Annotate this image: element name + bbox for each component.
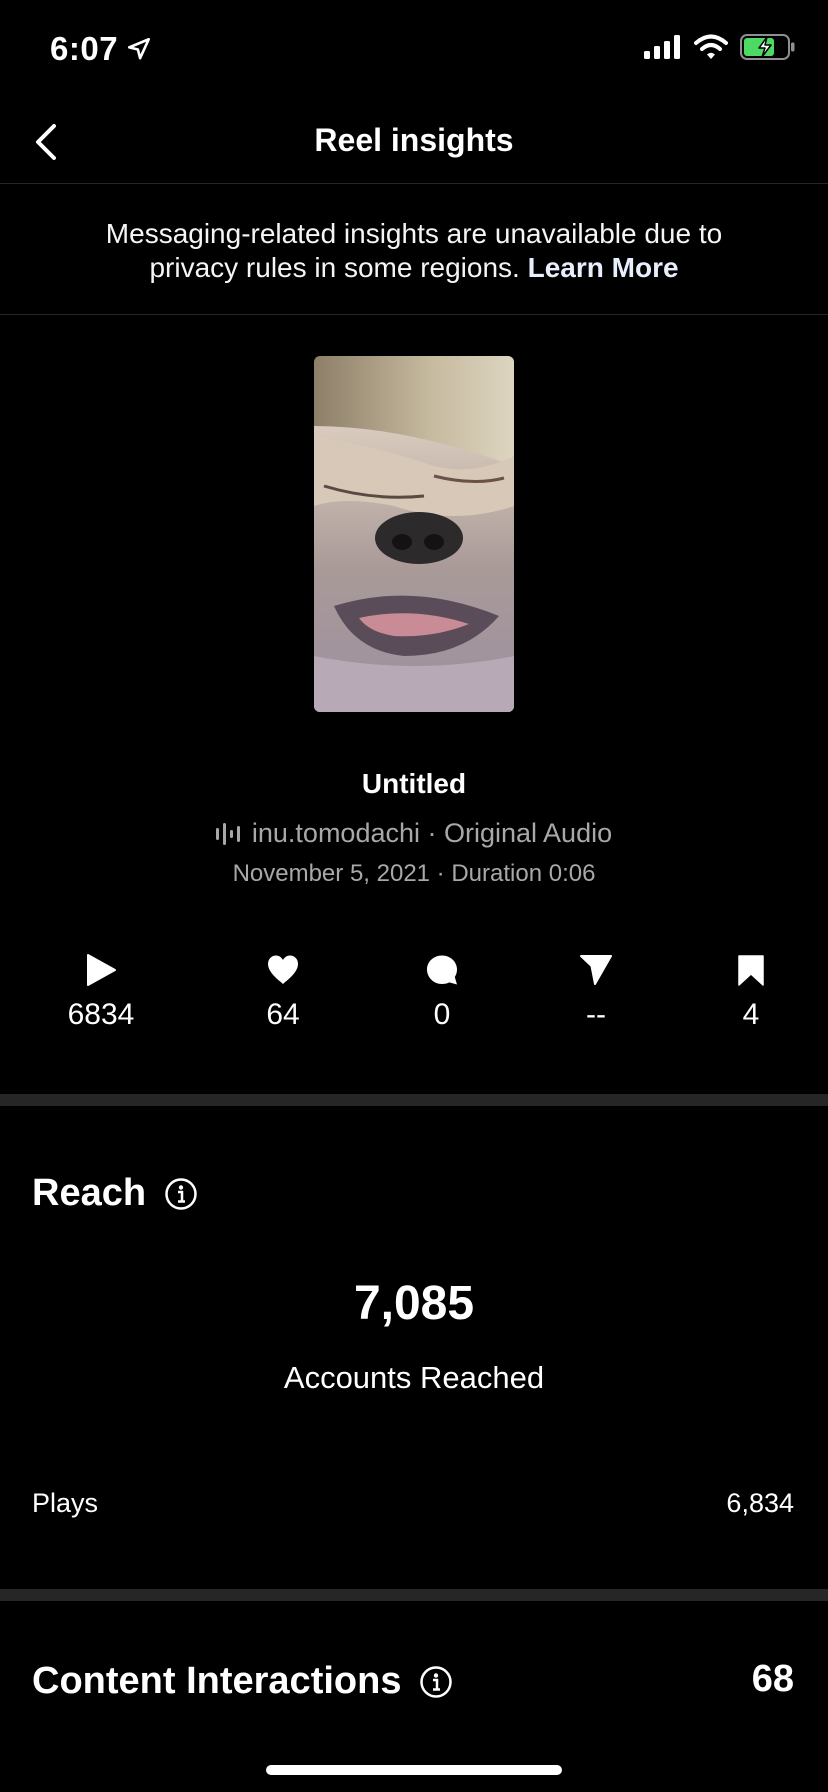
reel-audio[interactable]: inu.tomodachi · Original Audio [0,818,828,849]
section-divider [0,1589,828,1601]
comment-icon [427,955,457,985]
reel-thumbnail-image [314,356,514,712]
metric-saves: 4 [671,950,828,1032]
status-icons [644,34,796,60]
status-bar: 6:07 [0,0,828,100]
plays-label: Plays [32,1488,99,1518]
comments-count: 0 [433,998,451,1031]
accounts-reached-value: 7,085 [353,1277,475,1330]
home-indicator[interactable] [266,1765,562,1775]
metric-likes: 64 [203,950,363,1032]
signal-icon [644,35,680,59]
time-text: 6:07 [50,30,119,67]
metric-shares: -- [516,950,676,1032]
info-icon[interactable] [419,1665,453,1699]
heart-icon [268,955,298,984]
metric-comments: 0 [362,950,522,1032]
play-icon [87,954,116,986]
wifi-icon [694,34,728,59]
privacy-notice: Messaging-related insights are unavailab… [0,185,828,315]
reel-title: Untitled [361,768,467,799]
metric-plays: 6834 [21,950,181,1032]
reach-header: Reach [32,1172,198,1215]
accounts-reached-label: Accounts Reached [283,1360,545,1395]
reel-thumbnail[interactable] [314,356,514,712]
interactions-header: Content Interactions [32,1660,453,1703]
learn-more-link[interactable]: Learn More [528,252,679,283]
audio-separator: · [420,818,444,848]
shares-count: -- [586,998,606,1031]
audio-name: Original Audio [444,818,613,848]
likes-count: 64 [266,998,300,1031]
interactions-title: Content Interactions [32,1660,402,1702]
reel-meta: November 5, 2021 · Duration 0:06 [232,860,596,887]
plays-value: 6,834 [726,1488,794,1518]
section-divider [0,1094,828,1106]
page-title: Reel insights [314,122,514,158]
audio-bars-icon [215,822,240,845]
send-icon [580,955,612,985]
status-time: 6:07 [50,30,152,68]
info-icon[interactable] [164,1177,198,1211]
reach-title: Reach [32,1172,147,1214]
audio-user: inu.tomodachi [251,818,420,848]
bookmark-icon [738,955,764,986]
plays-count: 6834 [67,998,135,1031]
interactions-value: 68 [751,1658,794,1700]
nav-bar: Reel insights [0,100,828,184]
saves-count: 4 [742,998,760,1031]
location-arrow-icon [128,37,151,60]
battery-charging-icon [740,34,795,60]
metrics-row: 6834 64 0 -- 4 [0,950,828,1040]
plays-row: Plays 6,834 [32,1488,794,1519]
